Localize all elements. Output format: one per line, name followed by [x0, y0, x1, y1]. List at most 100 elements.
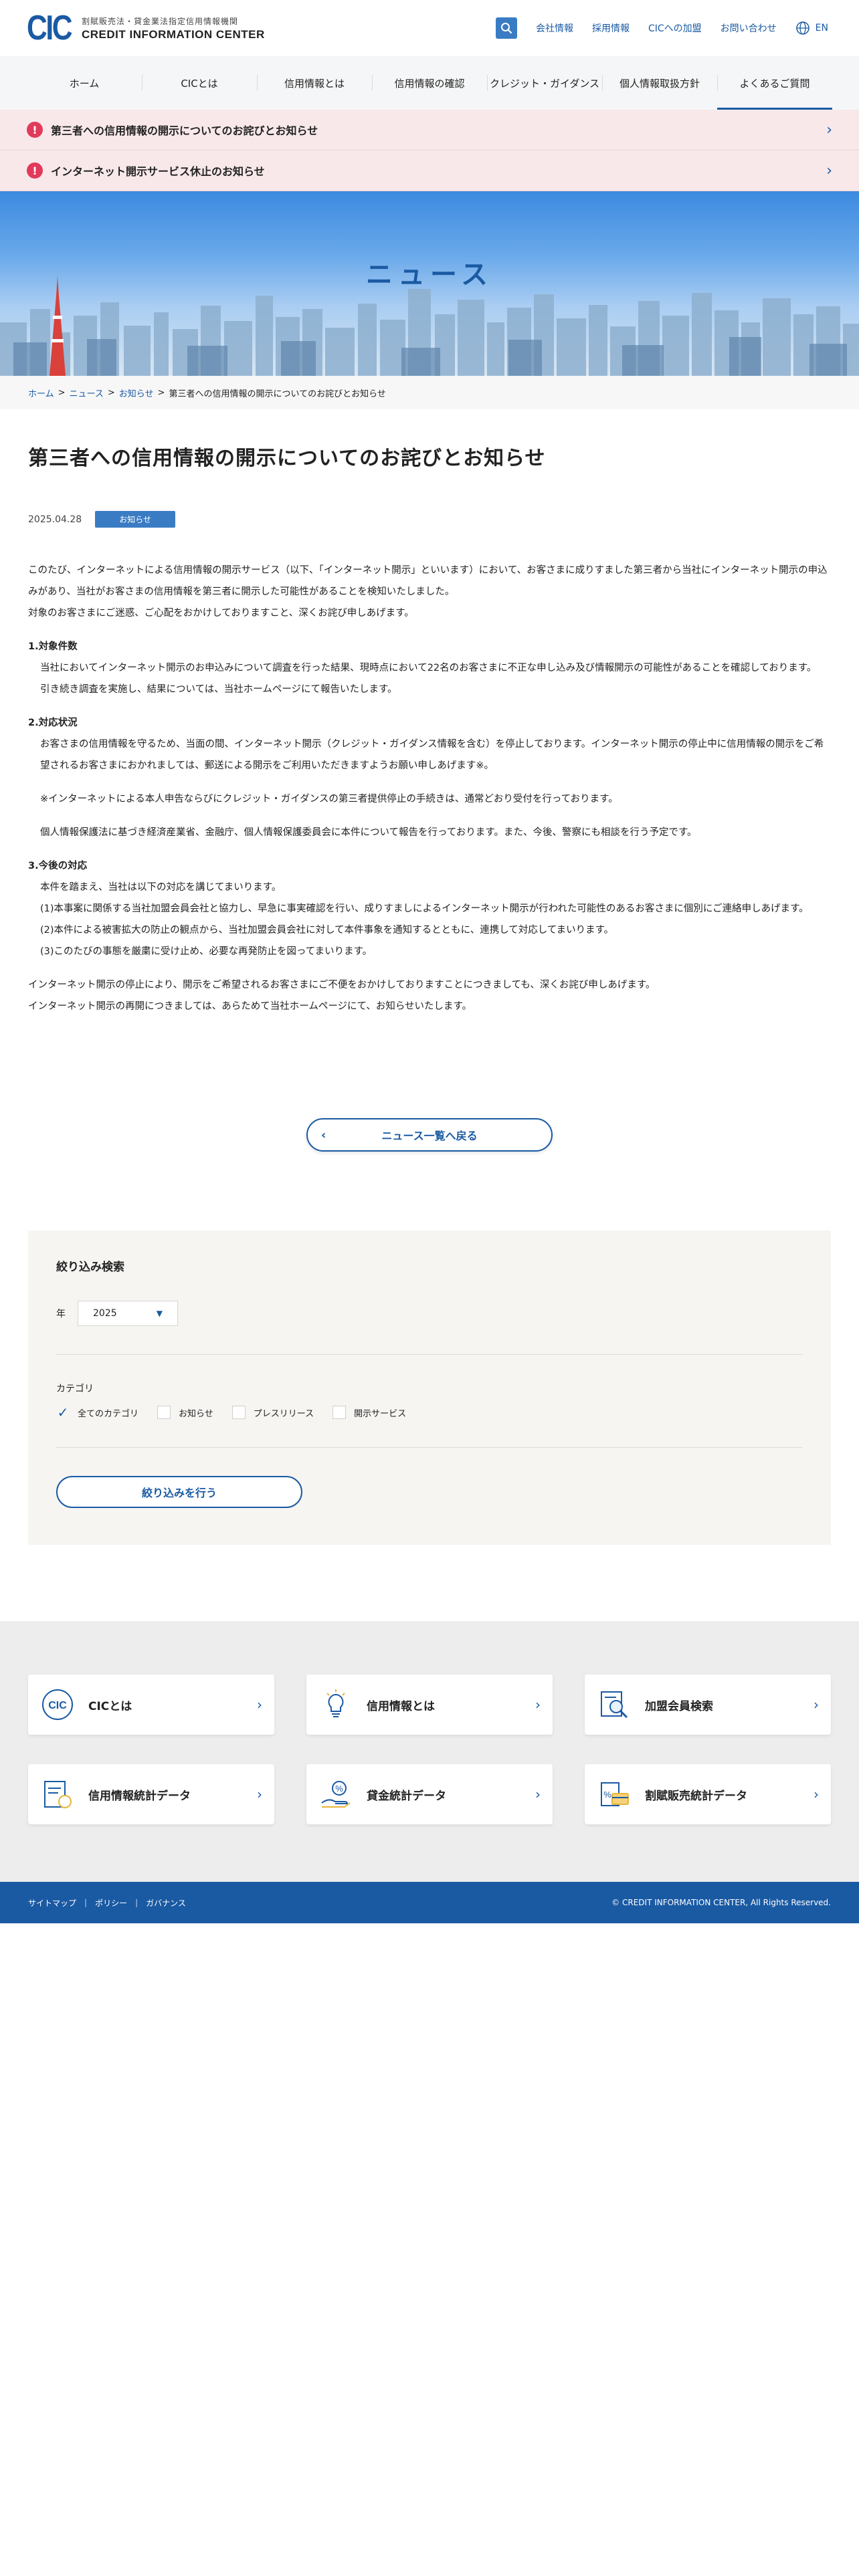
checkbox[interactable]: [332, 1406, 347, 1419]
category-option-all[interactable]: ✓ 全てのカテゴリ: [56, 1404, 139, 1420]
filter-submit-button[interactable]: 絞り込みを行う: [56, 1476, 302, 1508]
gnav-item-home[interactable]: ホーム: [27, 56, 142, 110]
category-option-notice[interactable]: お知らせ: [157, 1406, 213, 1419]
util-link-join[interactable]: CICへの加盟: [648, 21, 702, 35]
card-installment-statistics[interactable]: % 割賦販売統計データ ›: [585, 1764, 831, 1824]
breadcrumb-notice[interactable]: お知らせ: [119, 387, 154, 399]
chevron-right-icon: ›: [814, 1697, 819, 1713]
footer-link-governance[interactable]: ガバナンス: [146, 1897, 186, 1909]
category-label: カテゴリ: [56, 1384, 94, 1394]
gnav-item-about-cic[interactable]: CICとは: [142, 56, 257, 110]
chevron-right-icon: ›: [814, 1786, 819, 1802]
gnav-item-credit-guidance[interactable]: クレジット・ガイダンス: [487, 56, 602, 110]
copyright: © CREDIT INFORMATION CENTER, All Rights …: [611, 1898, 831, 1907]
credit-statistics-icon: [40, 1777, 75, 1812]
year-label: 年: [56, 1309, 66, 1319]
year-value: 2025: [93, 1308, 117, 1319]
paragraph: 引き続き調査を実施し、結果については、当社ホームページにて報告いたします。: [40, 684, 397, 695]
category-option-label: お知らせ: [179, 1408, 213, 1419]
section-heading: 1.対象件数: [28, 641, 78, 652]
chevron-right-icon: ›: [826, 121, 832, 138]
list-item: (3)このたびの事態を厳粛に受け止め、必要な再発防止を図ってまいります。: [40, 946, 373, 957]
separator: |: [84, 1898, 88, 1907]
checkbox[interactable]: [231, 1406, 246, 1419]
footer-link-sitemap[interactable]: サイトマップ: [28, 1897, 76, 1909]
installment-statistics-icon: %: [597, 1777, 632, 1812]
article-meta: 2025.04.28 お知らせ: [28, 511, 831, 528]
chevron-right-icon: ›: [826, 162, 832, 179]
card-about-cic[interactable]: CIC CICとは ›: [28, 1675, 274, 1735]
section-heading: 3.今後の対応: [28, 861, 88, 871]
gnav-item-check-credit[interactable]: 信用情報の確認: [372, 56, 487, 110]
util-link-company[interactable]: 会社情報: [536, 21, 573, 35]
paragraph: 当社においてインターネット開示のお申込みについて調査を行った結果、現時点において…: [40, 663, 817, 673]
list-item: (2)本件による被害拡大の防止の観点から、当社加盟会員会社に対して本件事象を通知…: [40, 925, 614, 936]
card-credit-info[interactable]: 信用情報とは ›: [306, 1675, 553, 1735]
card-label: 信用情報とは: [367, 1699, 435, 1713]
year-filter: 年 2025 ▼: [56, 1301, 803, 1326]
paragraph: インターネット開示の停止により、開示をご希望されるお客さまにご不便をおかけしてお…: [28, 980, 656, 990]
checkbox[interactable]: [157, 1406, 171, 1419]
breadcrumb-news[interactable]: ニュース: [70, 387, 104, 399]
breadcrumb-separator: >: [157, 387, 165, 398]
gnav-item-faq[interactable]: よくあるご質問: [717, 56, 832, 110]
card-member-search[interactable]: 加盟会員検索 ›: [585, 1675, 831, 1735]
language-label: EN: [815, 23, 828, 33]
article-date: 2025.04.28: [28, 514, 82, 525]
card-label: CICとは: [88, 1699, 132, 1713]
back-to-news-list-button[interactable]: ‹ ニュース一覧へ戻る: [306, 1118, 553, 1152]
section-heading: 2.対応状況: [28, 718, 78, 728]
triangle-down-icon: ▼: [156, 1309, 163, 1318]
lightbulb-icon: [318, 1687, 353, 1722]
language-switch[interactable]: EN: [795, 21, 828, 35]
gnav-item-credit-info[interactable]: 信用情報とは: [257, 56, 372, 110]
alert-text: インターネット開示サービス休止のお知らせ: [51, 165, 265, 178]
card-credit-statistics[interactable]: 信用情報統計データ ›: [28, 1764, 274, 1824]
gnav-item-privacy-policy[interactable]: 個人情報取扱方針: [602, 56, 717, 110]
global-nav: ホーム CICとは 信用情報とは 信用情報の確認 クレジット・ガイダンス 個人情…: [0, 56, 859, 110]
site-footer: サイトマップ | ポリシー | ガバナンス © CREDIT INFORMATI…: [0, 1882, 859, 1923]
separator: |: [135, 1898, 138, 1907]
card-label: 貸金統計データ: [367, 1789, 446, 1803]
checkmark-icon[interactable]: ✓: [56, 1404, 70, 1420]
category-option-label: 全てのカテゴリ: [78, 1408, 139, 1419]
util-link-recruit[interactable]: 採用情報: [592, 21, 630, 35]
paragraph: このたび、インターネットによる信用情報の開示サービス（以下、「インターネット開示…: [28, 565, 828, 597]
svg-text:CIC: CIC: [48, 1700, 67, 1711]
svg-text:%: %: [335, 1784, 343, 1794]
breadcrumb: ホーム > ニュース > お知らせ > 第三者への信用情報の開示についてのお詫び…: [0, 376, 859, 409]
category-option-press-release[interactable]: プレスリリース: [231, 1406, 314, 1419]
category-option-disclosure-service[interactable]: 開示サービス: [332, 1406, 406, 1419]
logo-mark: CIC: [27, 9, 73, 47]
article-title: 第三者への信用情報の開示についてのお詫びとお知らせ: [28, 447, 546, 470]
breadcrumb-home[interactable]: ホーム: [28, 387, 54, 399]
search-icon: [500, 23, 512, 34]
news-article: 第三者への信用情報の開示についてのお詫びとお知らせ 2025.04.28 お知ら…: [28, 409, 831, 1017]
site-logo[interactable]: CIC 割賦販売法・貸金業法指定信用情報機関 CREDIT INFORMATIO…: [27, 11, 265, 45]
footer-link-policy[interactable]: ポリシー: [95, 1897, 127, 1909]
alert-icon: !: [27, 122, 43, 138]
footer-links: サイトマップ | ポリシー | ガバナンス: [28, 1897, 186, 1909]
card-label: 割賦販売統計データ: [645, 1789, 747, 1803]
alert-banner-disclosure-apology[interactable]: ! 第三者への信用情報の開示についてのお詫びとお知らせ ›: [0, 110, 859, 150]
category-checkboxes: ✓ 全てのカテゴリ お知らせ プレスリリース 開示サービス: [56, 1404, 803, 1420]
filter-title: 絞り込み検索: [56, 1261, 124, 1274]
list-item: (1)本事案に関係する当社加盟会員会社と協力し、早急に事実確認を行い、成りすまし…: [40, 903, 809, 914]
site-header: CIC 割賦販売法・貸金業法指定信用情報機関 CREDIT INFORMATIO…: [0, 0, 859, 56]
chevron-right-icon: ›: [257, 1786, 262, 1802]
card-loan-statistics[interactable]: % 貸金統計データ ›: [306, 1764, 553, 1824]
search-button[interactable]: [495, 17, 517, 39]
paragraph: 対象のお客さまにご迷惑、ご心配をおかけしておりますこと、深くお詫び申しあげます。: [28, 608, 414, 619]
cic-logo-icon: CIC: [40, 1687, 75, 1722]
divider: [56, 1447, 803, 1448]
alert-banner-service-suspension[interactable]: ! インターネット開示サービス休止のお知らせ ›: [0, 150, 859, 191]
paragraph: 本件を踏まえ、当社は以下の対応を講じてまいります。: [40, 882, 282, 893]
paragraph: インターネット開示の再開につきましては、あらためて当社ホームページにて、お知らせ…: [28, 1001, 472, 1012]
year-select[interactable]: 2025 ▼: [78, 1301, 178, 1326]
util-link-contact[interactable]: お問い合わせ: [721, 21, 777, 35]
breadcrumb-separator: >: [58, 387, 66, 398]
article-body: このたび、インターネットによる信用情報の開示サービス（以下、「インターネット開示…: [28, 560, 831, 1017]
category-option-label: プレスリリース: [253, 1408, 314, 1419]
chevron-right-icon: ›: [257, 1697, 262, 1713]
chevron-right-icon: ›: [535, 1786, 541, 1802]
